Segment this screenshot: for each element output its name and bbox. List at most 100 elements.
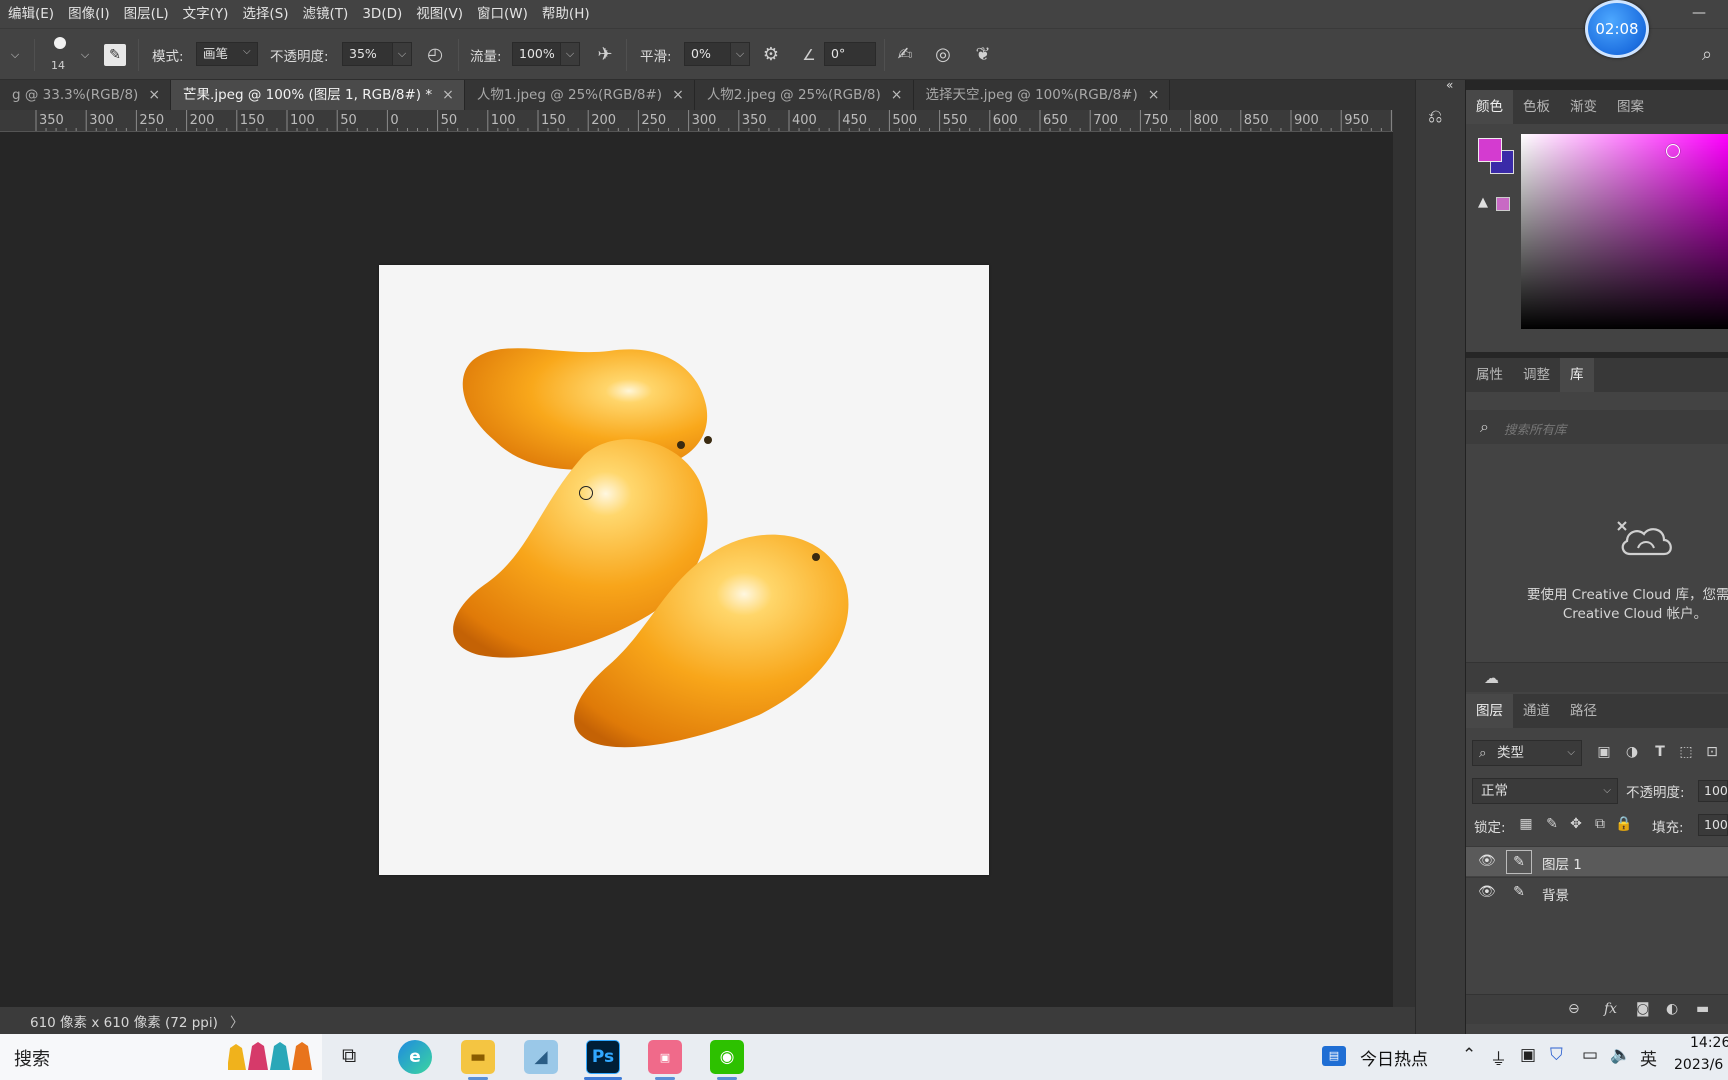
lock-transparent-icon[interactable]: ▦ — [1516, 816, 1536, 832]
menu-help[interactable]: 帮助(H) — [535, 0, 597, 28]
notes-app-icon[interactable]: ◢ — [524, 1040, 558, 1074]
chevron-up-icon[interactable]: ⌃ — [1462, 1045, 1476, 1065]
wechat-icon[interactable]: ◉ — [710, 1040, 744, 1074]
display-icon[interactable]: ▣ — [1520, 1045, 1536, 1065]
filter-shape-icon[interactable]: ⬚ — [1676, 744, 1696, 760]
chevron-right-icon[interactable]: 〉 — [230, 1011, 244, 1031]
timer-badge[interactable]: 02:08 — [1585, 0, 1649, 58]
horizontal-ruler[interactable]: 350 300 250 200 150 100 50 0 50 100 150 200 250 300 35… — [0, 110, 1395, 132]
tab-sky[interactable]: 选择天空.jpeg @ 100%(RGB/8#) × — [913, 80, 1171, 110]
tab-channels[interactable]: 通道 — [1513, 694, 1560, 728]
color-picker-handle[interactable] — [1666, 144, 1680, 158]
angle-input[interactable]: 0° — [824, 42, 876, 66]
layer-name[interactable]: 背景 — [1542, 884, 1569, 904]
tab-layers[interactable]: 图层 — [1466, 694, 1513, 728]
tab-patterns[interactable]: 图案 — [1607, 90, 1654, 124]
layer-filter-select[interactable]: ⌕ 类型 ⌵ — [1472, 740, 1582, 766]
menu-filter[interactable]: 滤镜(T) — [296, 0, 356, 28]
tab-adjustments[interactable]: 调整 — [1513, 358, 1560, 392]
task-view-icon[interactable]: ⧉ — [342, 1043, 356, 1067]
library-search-input[interactable]: 搜索所有库 — [1504, 419, 1567, 438]
usb-icon[interactable]: ⏚ — [1490, 1045, 1507, 1070]
filter-pixel-icon[interactable]: ▣ — [1594, 744, 1614, 760]
taskbar-search[interactable]: 搜索 — [0, 1034, 322, 1080]
gamut-color-swatch[interactable] — [1496, 197, 1510, 211]
fill-input[interactable]: 100% — [1698, 814, 1728, 836]
close-icon[interactable]: × — [442, 80, 454, 110]
history-icon[interactable]: ⎌ — [1428, 106, 1452, 132]
clock-date[interactable]: 2023/6 — [1674, 1057, 1723, 1073]
gear-icon[interactable]: ⚙ — [758, 42, 784, 68]
tab-gradients[interactable]: 渐变 — [1560, 90, 1607, 124]
input-language[interactable]: 英 — [1640, 1045, 1657, 1070]
layer-mask-icon[interactable]: ◙ — [1636, 1001, 1650, 1017]
layer-row-layer1[interactable]: 👁 ✎ 图层 1 — [1466, 846, 1728, 876]
gamut-warning-icon[interactable]: ▲ — [1478, 195, 1488, 210]
tab-libraries[interactable]: 库 — [1560, 358, 1594, 392]
collapse-icon[interactable]: « — [1446, 78, 1453, 92]
layer-row-background[interactable]: 👁 ✎ 背景 — [1466, 877, 1728, 907]
lock-artboard-icon[interactable]: ⧉ — [1590, 816, 1610, 832]
layer-thumbnail[interactable]: ✎ — [1506, 881, 1532, 905]
brush-settings-icon[interactable]: ✎ — [104, 44, 126, 66]
close-icon[interactable]: × — [891, 80, 903, 110]
news-widget-icon[interactable]: ▤ — [1322, 1046, 1346, 1066]
pressure-size-icon[interactable]: ✍ — [892, 42, 918, 68]
filter-smart-object-icon[interactable]: ⊡ — [1702, 744, 1722, 760]
menu-edit[interactable]: 编辑(E) — [0, 0, 61, 28]
security-shield-icon[interactable]: ⛉ — [1550, 1045, 1563, 1065]
battery-icon[interactable]: ▭ — [1582, 1045, 1598, 1065]
library-search[interactable]: ⌕ 搜索所有库 — [1466, 410, 1728, 444]
butterfly-icon[interactable]: ❦ — [970, 42, 996, 68]
close-icon[interactable]: × — [148, 80, 160, 110]
tab-person2[interactable]: 人物2.jpeg @ 25%(RGB/8) × — [694, 80, 914, 110]
news-widget-label[interactable]: 今日热点 — [1360, 1045, 1428, 1070]
clock-time[interactable]: 14:26 — [1690, 1035, 1728, 1051]
tab-swatches[interactable]: 色板 — [1513, 90, 1560, 124]
document-size-status[interactable]: 610 像素 x 610 像素 (72 ppi) — [30, 1011, 218, 1031]
menu-window[interactable]: 窗口(W) — [470, 0, 535, 28]
layer-thumbnail[interactable]: ✎ — [1506, 850, 1532, 874]
file-explorer-icon[interactable]: ▬ — [461, 1040, 495, 1074]
tab-properties[interactable]: 属性 — [1466, 358, 1513, 392]
close-icon[interactable]: × — [672, 80, 684, 110]
tab-paths[interactable]: 路径 — [1560, 694, 1607, 728]
symmetry-icon[interactable]: ◎ — [930, 42, 956, 68]
menu-image[interactable]: 图像(I) — [61, 0, 117, 28]
tool-preset-dropdown-icon[interactable]: ⌵ — [2, 42, 28, 68]
layer-opacity-input[interactable]: 100% — [1698, 780, 1728, 802]
menu-select[interactable]: 选择(S) — [235, 0, 295, 28]
minimize-icon[interactable]: — — [1690, 6, 1708, 20]
layer-name[interactable]: 图层 1 — [1542, 853, 1582, 873]
color-field[interactable] — [1521, 134, 1728, 329]
tab-person1[interactable]: 人物1.jpeg @ 25%(RGB/8#) × — [464, 80, 695, 110]
pressure-opacity-icon[interactable]: ◴ — [422, 42, 448, 68]
photoshop-icon[interactable]: Ps — [586, 1040, 620, 1074]
smoothing-input[interactable]: 0% — [684, 42, 736, 66]
close-icon[interactable]: × — [1148, 80, 1160, 110]
cloud-offline-icon[interactable]: ☁ — [1484, 669, 1499, 687]
opacity-dropdown-icon[interactable]: ⌵ — [392, 42, 412, 66]
chevron-down-icon[interactable]: ⌵ — [243, 46, 251, 57]
tab-color[interactable]: 颜色 — [1466, 90, 1513, 124]
menu-type[interactable]: 文字(Y) — [176, 0, 236, 28]
layer-style-fx-icon[interactable]: fx — [1604, 1001, 1617, 1017]
volume-icon[interactable]: 🔈 — [1610, 1045, 1631, 1065]
eye-icon[interactable]: 👁 — [1478, 884, 1496, 900]
lock-brush-icon[interactable]: ✎ — [1542, 816, 1562, 832]
tab-doc-1[interactable]: g @ 33.3%(RGB/8) × — [0, 80, 172, 110]
adjustment-layer-icon[interactable]: ◐ — [1666, 1001, 1678, 1017]
menu-3d[interactable]: 3D(D) — [355, 0, 409, 28]
lock-icon[interactable]: 🔒 — [1614, 816, 1634, 832]
foreground-color-swatch[interactable] — [1478, 138, 1502, 162]
new-group-icon[interactable]: ▬ — [1696, 1001, 1709, 1017]
tab-mango[interactable]: 芒果.jpeg @ 100% (图层 1, RGB/8#) * × — [171, 80, 465, 110]
menu-layer[interactable]: 图层(L) — [117, 0, 176, 28]
flow-input[interactable]: 100% — [512, 42, 564, 66]
brush-picker-dropdown-icon[interactable]: ⌵ — [72, 42, 98, 68]
filter-type-icon[interactable]: T — [1650, 744, 1670, 760]
vertical-scrollbar[interactable] — [1393, 110, 1415, 1007]
lock-position-icon[interactable]: ✥ — [1566, 816, 1586, 832]
eye-icon[interactable]: 👁 — [1478, 853, 1496, 869]
opacity-input[interactable]: 35% — [342, 42, 396, 66]
